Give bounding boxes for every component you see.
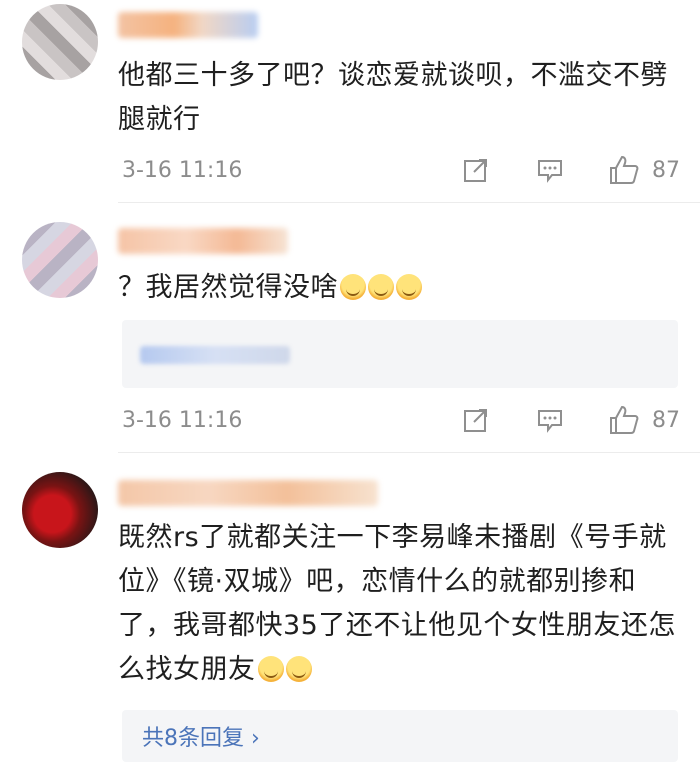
laugh-cry-emoji-icon [340, 274, 366, 300]
comment-time: 3-16 11:16 [122, 408, 243, 433]
like-count: 87 [652, 408, 680, 433]
comment-icon[interactable] [536, 406, 564, 434]
laugh-cry-emoji-icon [285, 656, 312, 682]
comment-item: 他都三十多了吧？谈恋爱就谈呗，不滥交不劈腿就行 3-16 11:16 87 [0, 0, 700, 200]
share-icon[interactable] [462, 156, 490, 184]
comment-time: 3-16 11:16 [122, 158, 243, 183]
like-icon[interactable] [608, 154, 640, 186]
avatar[interactable] [22, 222, 98, 298]
reply-preview[interactable] [122, 320, 678, 388]
comment-text-content: 既然rs了就都关注一下李易峰未播剧《号手就位》《镜·双城》吧，恋情什么的就都别掺… [118, 522, 676, 685]
view-replies-link[interactable]: 共8条回复 › [142, 720, 260, 752]
divider [118, 202, 700, 203]
avatar[interactable] [22, 4, 98, 80]
reply-blurred [140, 346, 290, 364]
laugh-cry-emoji-icon [257, 656, 284, 682]
like-count: 87 [652, 158, 680, 183]
comment-text: 既然rs了就都关注一下李易峰未播剧《号手就位》《镜·双城》吧，恋情什么的就都别掺… [118, 516, 678, 692]
laugh-cry-emoji-icon [368, 274, 394, 300]
comment-icon[interactable] [536, 156, 564, 184]
divider [118, 452, 700, 453]
share-icon[interactable] [462, 406, 490, 434]
laugh-cry-emoji-icon [396, 274, 422, 300]
avatar[interactable] [22, 472, 98, 548]
comment-text-content: ？我居然觉得没啥 [118, 272, 338, 303]
comment-text: ？我居然觉得没啥 [118, 266, 678, 310]
username-blurred[interactable] [118, 12, 258, 38]
like-icon[interactable] [608, 404, 640, 436]
username-blurred[interactable] [118, 480, 378, 506]
username-blurred[interactable] [118, 228, 288, 254]
comment-text: 他都三十多了吧？谈恋爱就谈呗，不滥交不劈腿就行 [118, 60, 668, 135]
reply-section: 共8条回复 › [122, 710, 678, 762]
